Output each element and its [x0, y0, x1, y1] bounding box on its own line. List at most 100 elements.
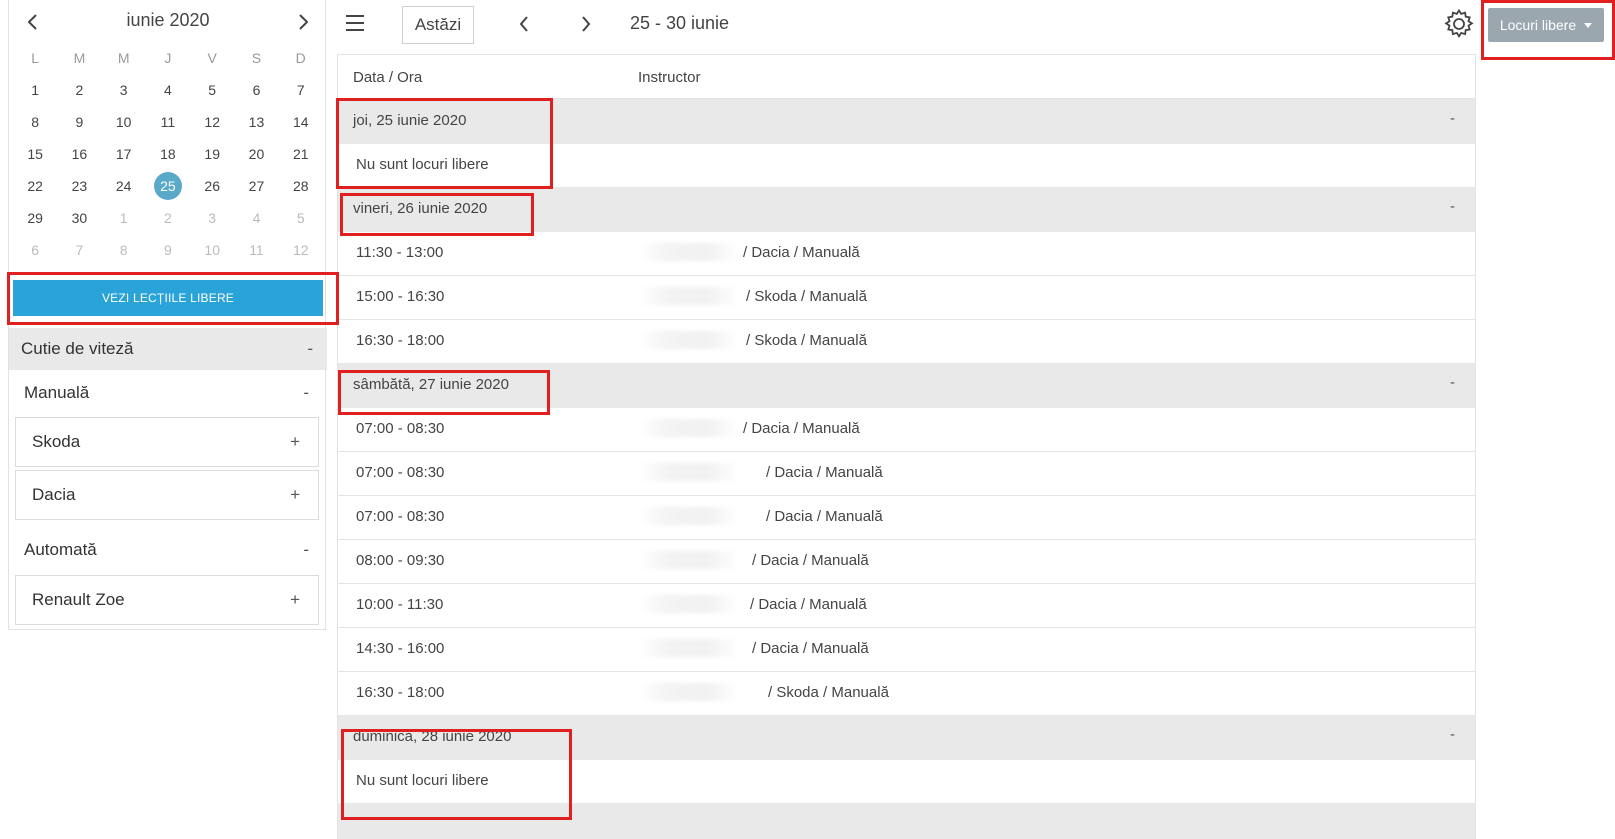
car-item-skoda[interactable]: Skoda +: [15, 417, 319, 467]
lesson-slot-row[interactable]: 08:00 - 09:30 / Dacia / Manuală: [338, 539, 1475, 584]
automatic-collapse-toggle[interactable]: -: [303, 540, 309, 560]
manual-collapse-toggle[interactable]: -: [303, 383, 309, 403]
calendar-day[interactable]: 18: [146, 138, 190, 170]
gearbox-filter-header[interactable]: Cutie de viteză -: [9, 328, 327, 370]
day-number: 11: [160, 114, 176, 130]
calendar-day[interactable]: 15: [13, 138, 57, 170]
prev-week-button[interactable]: [513, 12, 535, 36]
calendar-day[interactable]: 22: [13, 170, 57, 202]
day-number: 28: [292, 178, 309, 194]
calendar-day[interactable]: 27: [234, 170, 278, 202]
expand-toggle[interactable]: +: [290, 432, 300, 452]
day-group-header[interactable]: sâmbătă, 27 iunie 2020 -: [338, 363, 1475, 408]
calendar-day[interactable]: 29: [13, 202, 57, 234]
calendar-day[interactable]: 4: [146, 74, 190, 106]
calendar-day[interactable]: 14: [279, 106, 323, 138]
calendar-day[interactable]: 11: [146, 106, 190, 138]
calendar-day[interactable]: 17: [102, 138, 146, 170]
day-title: joi, 25 iunie 2020: [353, 112, 467, 129]
menu-button[interactable]: [344, 12, 366, 34]
calendar-day[interactable]: 16: [57, 138, 101, 170]
car-item-renault-zoe[interactable]: Renault Zoe +: [15, 575, 319, 625]
expand-toggle[interactable]: +: [290, 485, 300, 505]
slot-car: / Dacia / Manuală: [750, 596, 867, 613]
slot-car: / Dacia / Manuală: [766, 508, 883, 525]
calendar-day[interactable]: 5: [279, 202, 323, 234]
day-group-header[interactable]: [338, 803, 1475, 839]
collapse-toggle[interactable]: -: [1450, 726, 1455, 743]
calendar-day[interactable]: 3: [102, 74, 146, 106]
free-lessons-button[interactable]: VEZI LECȚIILE LIBERE: [13, 280, 323, 316]
day-number: 21: [292, 146, 309, 162]
calendar-day[interactable]: 28: [279, 170, 323, 202]
calendar-day[interactable]: 26: [190, 170, 234, 202]
calendar-day[interactable]: 8: [102, 234, 146, 266]
gearbox-label: Cutie de viteză: [21, 339, 134, 358]
calendar-day[interactable]: 20: [234, 138, 278, 170]
lesson-slot-row[interactable]: 11:30 - 13:00 / Dacia / Manuală: [338, 231, 1475, 276]
collapse-toggle[interactable]: -: [1450, 110, 1455, 127]
calendar-day[interactable]: 4: [234, 202, 278, 234]
day-group-header[interactable]: duminică, 28 iunie 2020 -: [338, 715, 1475, 760]
calendar-day[interactable]: 1: [102, 202, 146, 234]
calendar-day[interactable]: 8: [13, 106, 57, 138]
calendar-day[interactable]: 12: [279, 234, 323, 266]
sidebar: iunie 2020 L M M J V S D 1 2 3 4 5 6 7 8 9 10 11 12 13 14 15 1…: [8, 0, 327, 630]
day-number: 5: [296, 210, 305, 226]
car-item-dacia[interactable]: Dacia +: [15, 470, 319, 520]
calendar-day[interactable]: 5: [190, 74, 234, 106]
calendar-day-selected[interactable]: 25: [146, 170, 190, 202]
lesson-slot-row[interactable]: 16:30 - 18:00 / Skoda / Manuală: [338, 319, 1475, 364]
calendar-month-title: iunie 2020: [126, 10, 210, 30]
lesson-slot-row[interactable]: 07:00 - 08:30 / Dacia / Manuală: [338, 407, 1475, 452]
lesson-slot-row[interactable]: 10:00 - 11:30 / Dacia / Manuală: [338, 583, 1475, 628]
day-number: 27: [248, 178, 265, 194]
day-group-header[interactable]: vineri, 26 iunie 2020 -: [338, 187, 1475, 232]
expand-toggle[interactable]: +: [290, 590, 300, 610]
lesson-slot-row[interactable]: 16:30 - 18:00 / Skoda / Manuală: [338, 671, 1475, 716]
calendar-day[interactable]: 19: [190, 138, 234, 170]
automatic-group-header[interactable]: Automată -: [9, 530, 327, 570]
calendar-day[interactable]: 9: [146, 234, 190, 266]
collapse-toggle[interactable]: -: [1450, 198, 1455, 215]
calendar-day[interactable]: 6: [13, 234, 57, 266]
settings-button[interactable]: [1443, 8, 1475, 40]
day-number: 2: [75, 82, 84, 98]
calendar-day[interactable]: 30: [57, 202, 101, 234]
lesson-slot-row[interactable]: 07:00 - 08:30 / Dacia / Manuală: [338, 495, 1475, 540]
prev-month-button[interactable]: [19, 8, 47, 36]
lesson-slot-row[interactable]: 07:00 - 08:30 / Dacia / Manuală: [338, 451, 1475, 496]
caret-down-icon: [1584, 22, 1593, 28]
calendar-day[interactable]: 6: [234, 74, 278, 106]
manual-group-header[interactable]: Manuală -: [9, 373, 327, 413]
chevron-right-icon: [582, 16, 591, 32]
calendar-day[interactable]: 24: [102, 170, 146, 202]
day-number: 5: [208, 82, 217, 98]
availability-filter-dropdown[interactable]: Locuri libere: [1488, 8, 1604, 42]
next-month-button[interactable]: [289, 8, 317, 36]
calendar-day[interactable]: 12: [190, 106, 234, 138]
day-group-header[interactable]: joi, 25 iunie 2020 -: [338, 99, 1475, 144]
calendar-day[interactable]: 2: [57, 74, 101, 106]
calendar-day[interactable]: 21: [279, 138, 323, 170]
calendar-day[interactable]: 2: [146, 202, 190, 234]
calendar-day[interactable]: 3: [190, 202, 234, 234]
calendar-day[interactable]: 9: [57, 106, 101, 138]
calendar-day[interactable]: 10: [102, 106, 146, 138]
calendar-day[interactable]: 10: [190, 234, 234, 266]
lesson-slot-row[interactable]: 15:00 - 16:30 / Skoda / Manuală: [338, 275, 1475, 320]
calendar-day[interactable]: 7: [279, 74, 323, 106]
day-number: 4: [252, 210, 261, 226]
today-button[interactable]: Astăzi: [402, 6, 474, 44]
slot-time: 07:00 - 08:30: [356, 464, 445, 481]
collapse-toggle[interactable]: -: [1450, 374, 1455, 391]
calendar-day[interactable]: 7: [57, 234, 101, 266]
lesson-slot-row[interactable]: 14:30 - 16:00 / Dacia / Manuală: [338, 627, 1475, 672]
day-number: 30: [71, 210, 88, 226]
next-week-button[interactable]: [575, 12, 597, 36]
gearbox-collapse-toggle[interactable]: -: [307, 339, 313, 359]
calendar-day[interactable]: 13: [234, 106, 278, 138]
calendar-day[interactable]: 23: [57, 170, 101, 202]
calendar-day[interactable]: 1: [13, 74, 57, 106]
calendar-day[interactable]: 11: [234, 234, 278, 266]
